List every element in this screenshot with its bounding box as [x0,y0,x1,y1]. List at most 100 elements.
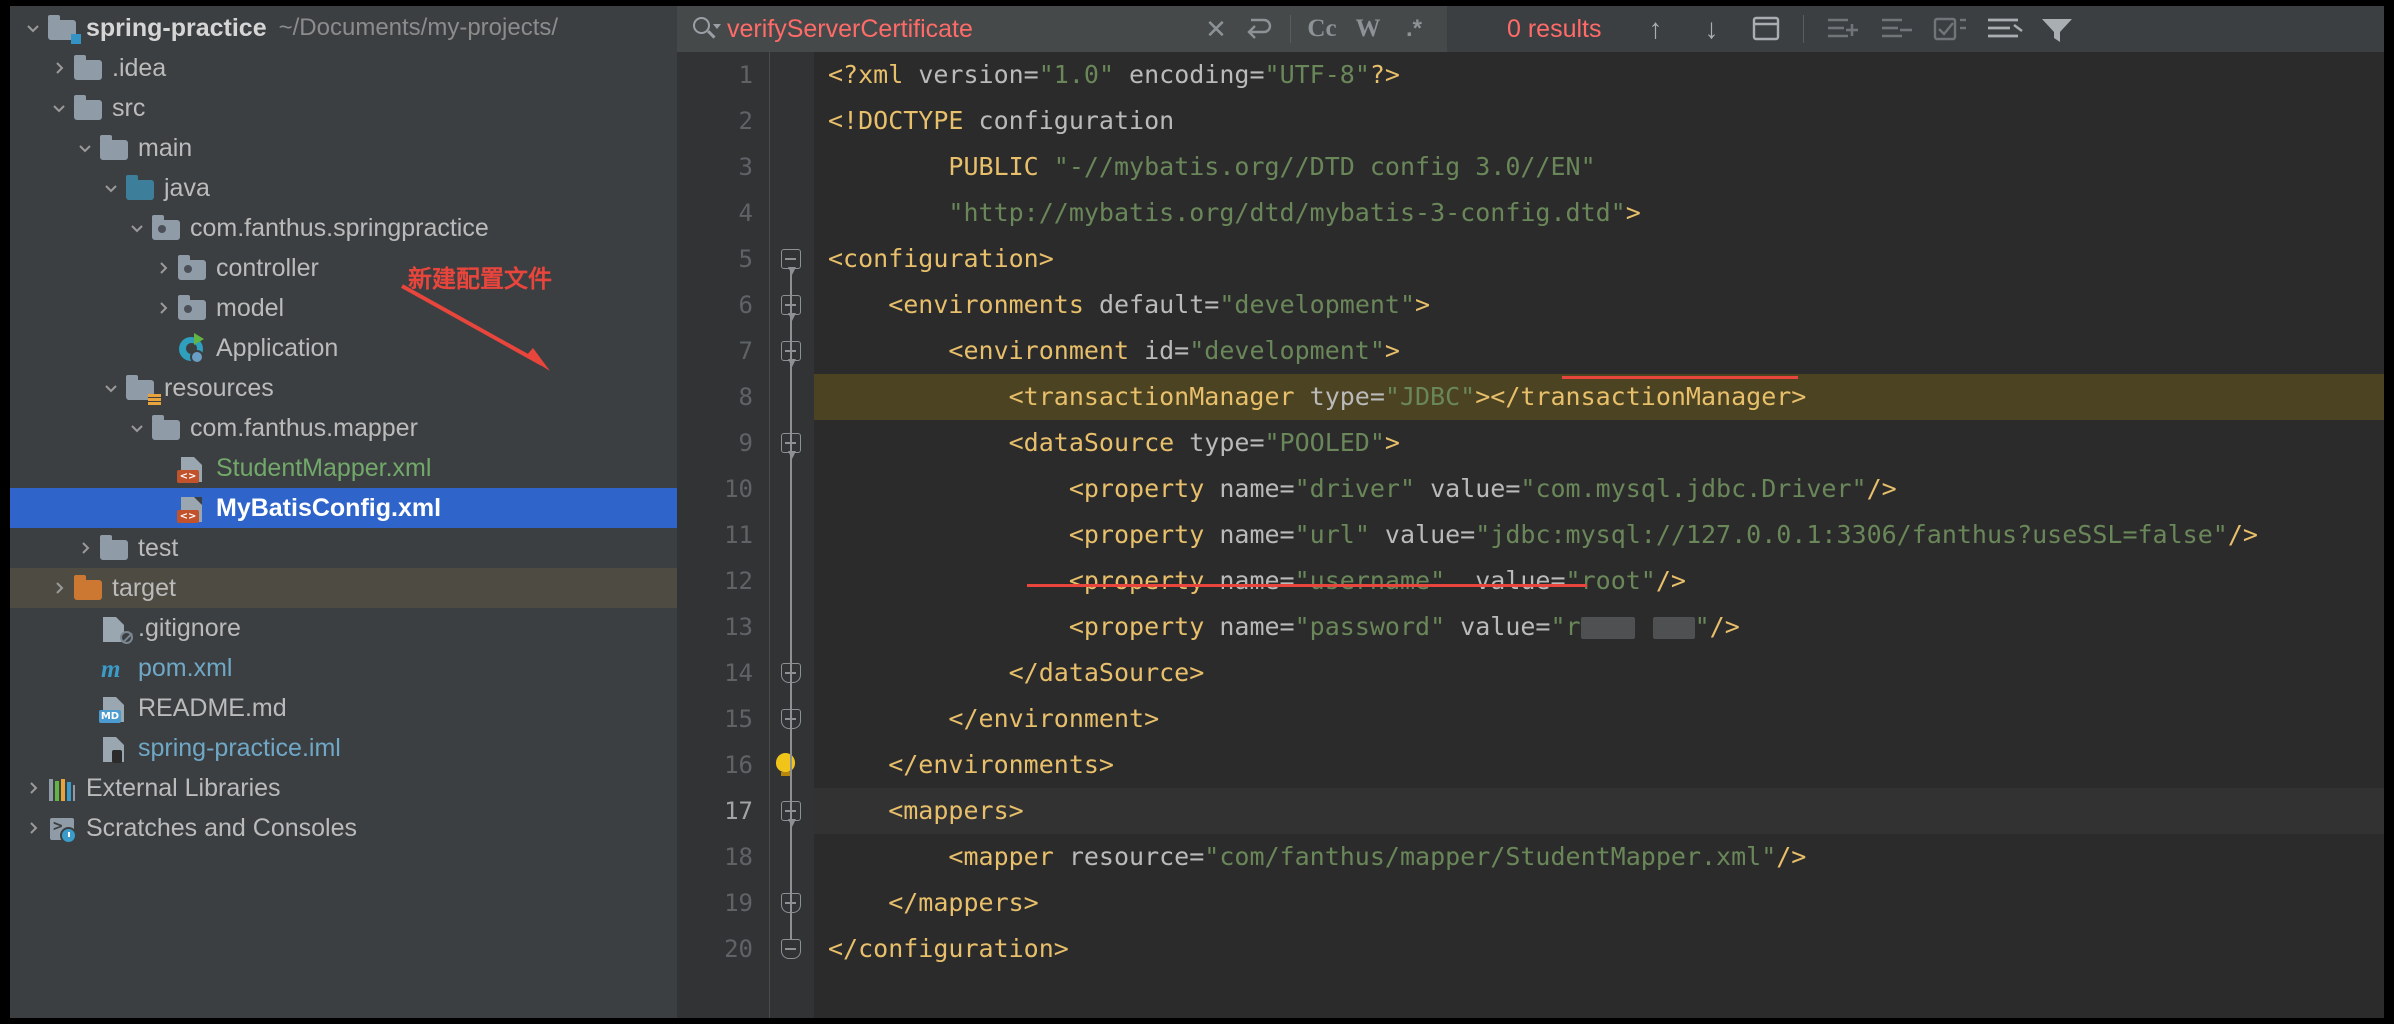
select-all-matches-icon[interactable] [1922,6,1976,52]
tree-item-src[interactable]: src [10,88,677,128]
fold-row[interactable] [770,52,814,98]
fold-row[interactable] [770,558,814,604]
fold-row[interactable] [770,834,814,880]
tree-item-readme-md[interactable]: MDREADME.md [10,688,677,728]
intention-bulb-icon[interactable] [776,753,795,772]
fold-row[interactable] [770,98,814,144]
chevron-down-icon[interactable] [20,20,46,36]
fold-row[interactable] [770,696,814,742]
code-line[interactable]: <?xml version="1.0" encoding="UTF-8"?> [814,52,2384,98]
code-line[interactable]: <!DOCTYPE configuration [814,98,2384,144]
fold-row[interactable] [770,466,814,512]
tree-item--gitignore[interactable]: .gitignore [10,608,677,648]
regex-toggle[interactable]: .* [1391,15,1437,43]
find-previous-icon[interactable]: ↑ [1627,13,1683,45]
fold-row[interactable] [770,190,814,236]
tree-item-resources[interactable]: resources [10,368,677,408]
tree-item-pom-xml[interactable]: mpom.xml [10,648,677,688]
chevron-right-icon[interactable] [20,780,46,796]
code-line[interactable]: <configuration> [814,236,2384,282]
match-case-toggle[interactable]: Cc [1299,15,1345,43]
fold-row[interactable] [770,650,814,696]
tree-item-external-libraries[interactable]: External Libraries [10,768,677,808]
fold-row[interactable] [770,144,814,190]
code-line[interactable]: "http://mybatis.org/dtd/mybatis-3-config… [814,190,2384,236]
tree-item-studentmapper-xml[interactable]: <>StudentMapper.xml [10,448,677,488]
search-icon[interactable] [691,16,721,42]
chevron-down-icon[interactable] [124,220,150,236]
code-line[interactable]: </configuration> [814,926,2384,972]
tree-item-java[interactable]: java [10,168,677,208]
find-input-field[interactable]: verifyServerCertificate ✕ Cc W .* [677,6,1447,52]
code-line[interactable]: </mappers> [814,880,2384,926]
find-query-text[interactable]: verifyServerCertificate [727,15,1196,44]
tree-item-com-fanthus-mapper[interactable]: com.fanthus.mapper [10,408,677,448]
fold-row[interactable] [770,880,814,926]
code-line[interactable]: <mapper resource="com/fanthus/mapper/Stu… [814,834,2384,880]
filter-icon[interactable] [2030,6,2084,52]
remove-occurrence-icon[interactable] [1868,6,1922,52]
code-editor[interactable]: 1234567891011121314151617181920 <?xml ve… [677,52,2384,1018]
code-line[interactable]: </environment> [814,696,2384,742]
fold-row[interactable] [770,926,814,972]
tree-item-main[interactable]: main [10,128,677,168]
words-toggle[interactable]: W [1345,15,1391,43]
chevron-down-icon[interactable] [98,180,124,196]
code-content[interactable]: <?xml version="1.0" encoding="UTF-8"?><!… [814,52,2384,1018]
chevron-right-icon[interactable] [20,820,46,836]
preserve-case-icon[interactable] [1976,6,2030,52]
find-next-icon[interactable]: ↓ [1683,13,1739,45]
tree-item-test[interactable]: test [10,528,677,568]
search-history-icon[interactable] [1236,13,1282,46]
tree-item-controller[interactable]: controller [10,248,677,288]
tree-item-target[interactable]: target [10,568,677,608]
fold-row[interactable] [770,420,814,466]
tree-item-application[interactable]: Application [10,328,677,368]
code-line[interactable]: <environment id="development"> [814,328,2384,374]
code-line[interactable]: </dataSource> [814,650,2384,696]
chevron-down-icon[interactable] [98,380,124,396]
chevron-right-icon[interactable] [150,300,176,316]
code-line[interactable]: <property name="driver" value="com.mysql… [814,466,2384,512]
chevron-right-icon[interactable] [46,580,72,596]
fold-row[interactable] [770,788,814,834]
chevron-down-icon[interactable] [72,140,98,156]
chevron-down-icon[interactable] [46,100,72,116]
tree-item-spring-practice-iml[interactable]: spring-practice.iml [10,728,677,768]
tree-item-mybatisconfig-xml[interactable]: <>MyBatisConfig.xml [10,488,677,528]
add-occurrence-icon[interactable] [1814,6,1868,52]
code-line[interactable]: <dataSource type="POOLED"> [814,420,2384,466]
chevron-right-icon[interactable] [72,540,98,556]
chevron-right-icon[interactable] [46,60,72,76]
fold-row[interactable] [770,328,814,374]
tree-item-scratches-and-consoles[interactable]: Scratches and Consoles [10,808,677,848]
fold-row[interactable] [770,236,814,282]
fold-gutter[interactable] [769,52,814,1018]
code-line[interactable]: <property name="url" value="jdbc:mysql:/… [814,512,2384,558]
fold-row[interactable] [770,512,814,558]
code-line[interactable]: <environments default="development"> [814,282,2384,328]
fold-row[interactable] [770,604,814,650]
code-line[interactable]: <mappers> [814,788,2384,834]
project-tree[interactable]: spring-practice~/Documents/my-projects/.… [10,6,677,848]
find-toolbar[interactable]: verifyServerCertificate ✕ Cc W .* 0 resu… [677,6,2384,52]
clear-search-icon[interactable]: ✕ [1196,14,1236,45]
code-line[interactable]: PUBLIC "-//mybatis.org//DTD config 3.0//… [814,144,2384,190]
fold-end-icon[interactable] [781,939,801,959]
tree-item-spring-practice[interactable]: spring-practice~/Documents/my-projects/ [10,8,677,48]
select-all-occurrences-icon[interactable] [1739,6,1793,52]
chevron-down-icon[interactable] [124,420,150,436]
code-line[interactable]: <transactionManager type="JDBC"></transa… [814,374,2384,420]
code-line[interactable]: <property name="password" value="r"/> [814,604,2384,650]
chevron-right-icon[interactable] [150,260,176,276]
tree-item-com-fanthus-springpractice[interactable]: com.fanthus.springpractice [10,208,677,248]
fold-row[interactable] [770,742,814,788]
code-line[interactable]: </environments> [814,742,2384,788]
tree-item--idea[interactable]: .idea [10,48,677,88]
tree-item-model[interactable]: model [10,288,677,328]
code-line[interactable]: <property name="username" value="root"/> [814,558,2384,604]
fold-row[interactable] [770,282,814,328]
fold-row[interactable] [770,374,814,420]
fold-collapse-icon[interactable] [781,249,801,269]
project-tool-window[interactable]: spring-practice~/Documents/my-projects/.… [10,6,677,1018]
